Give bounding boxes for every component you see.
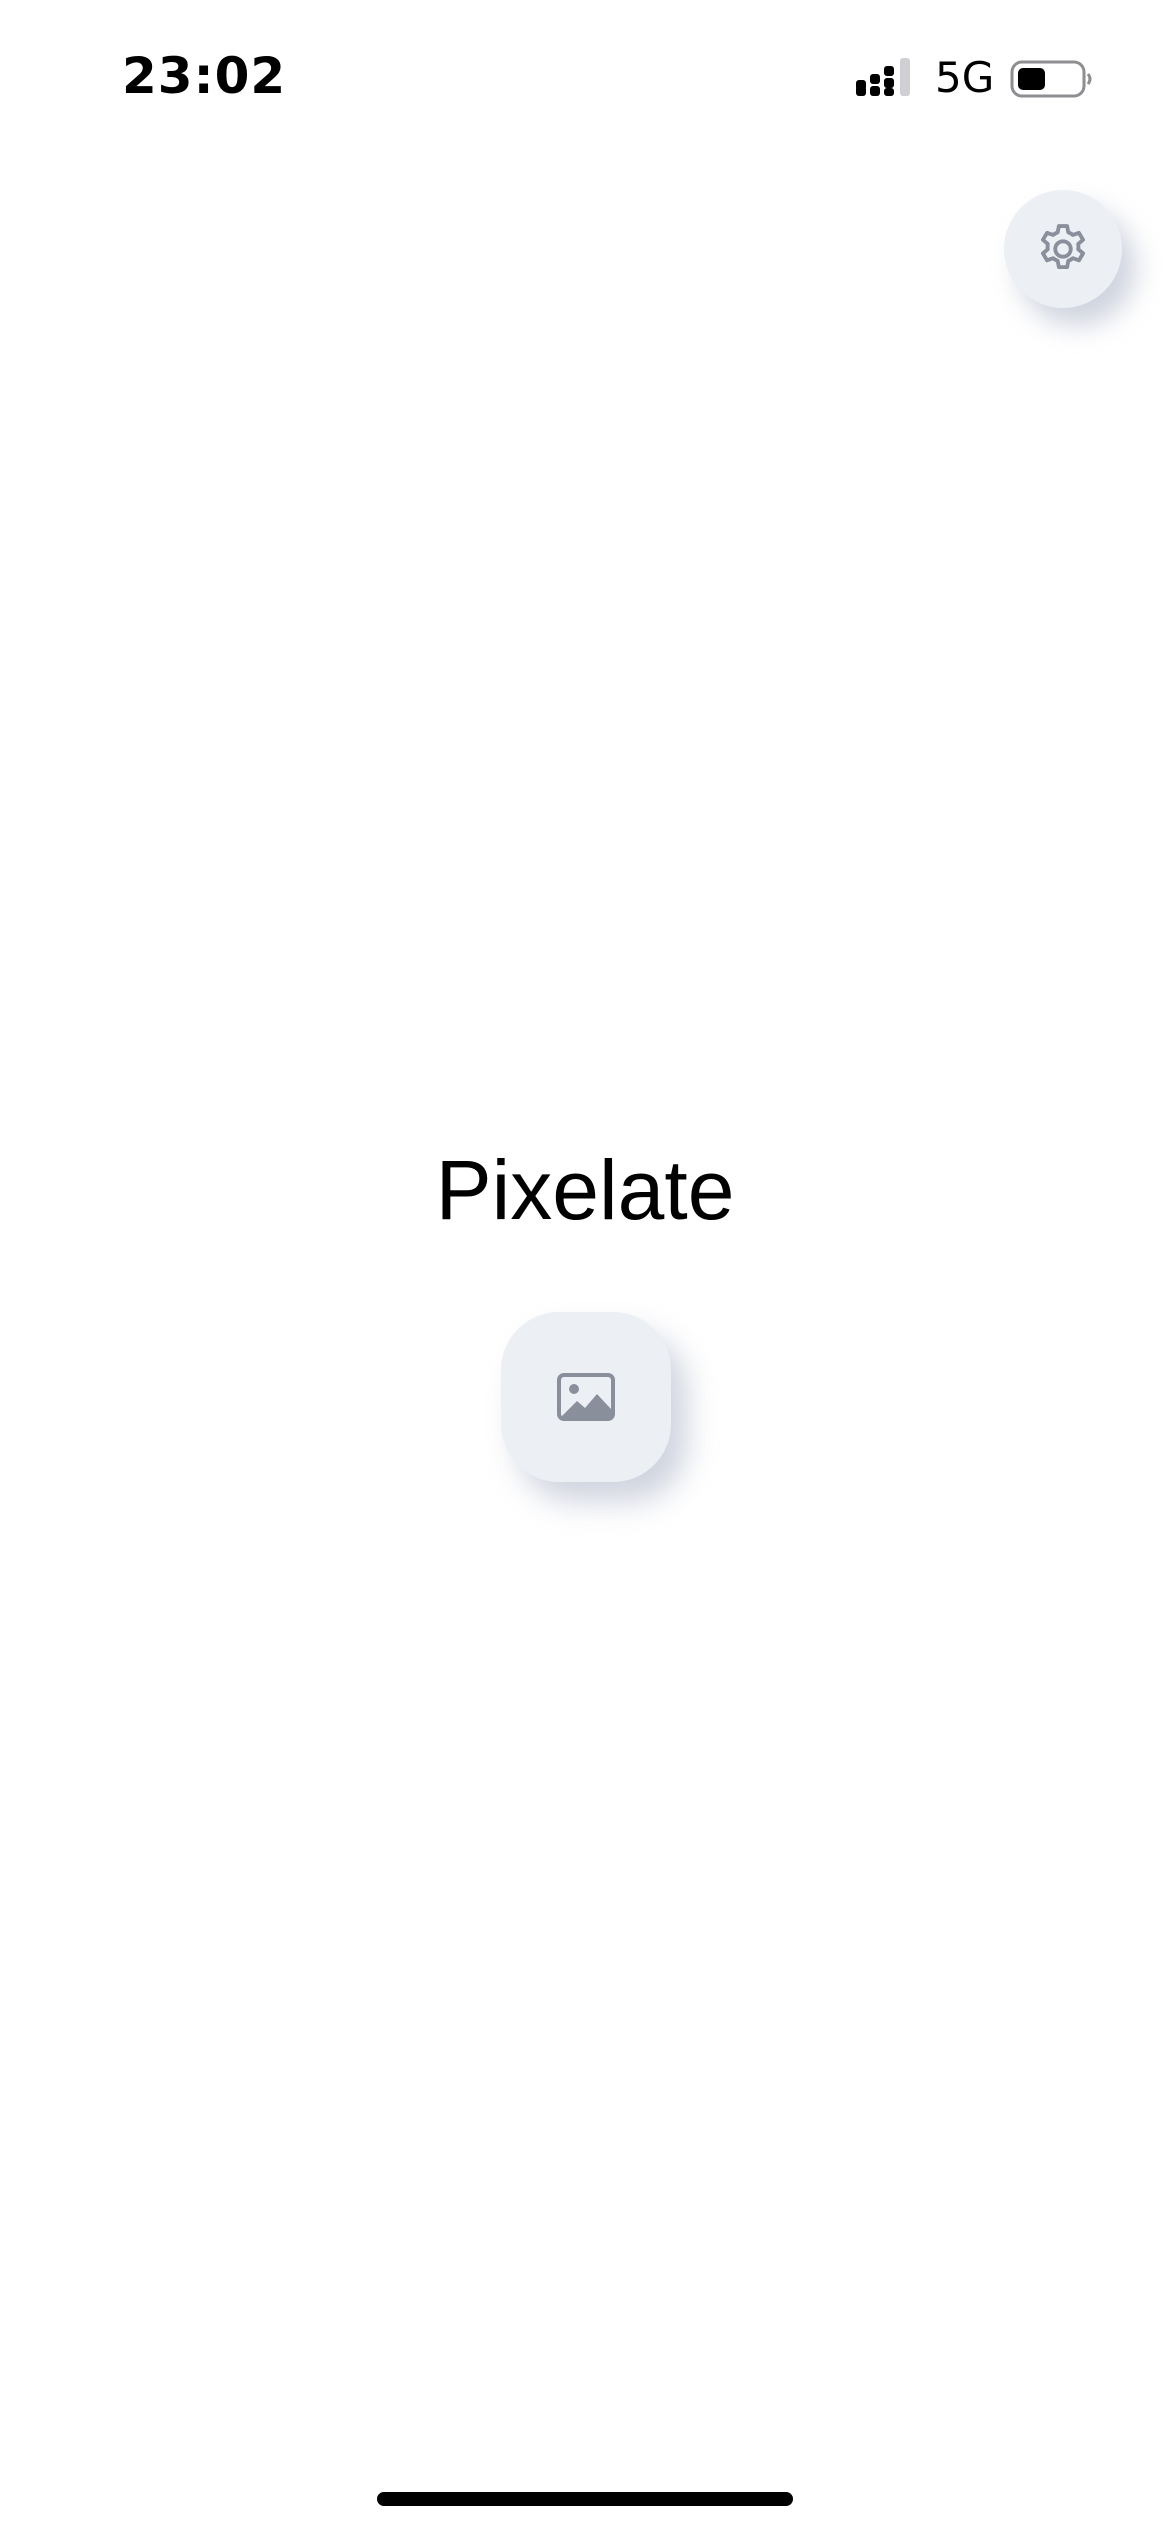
status-bar: 23:02 5G <box>0 0 1170 150</box>
network-label: 5G <box>935 53 995 102</box>
home-indicator[interactable] <box>377 2492 793 2506</box>
photo-icon <box>557 1373 615 1421</box>
battery-icon <box>1010 60 1092 98</box>
pick-image-button[interactable] <box>501 1312 671 1482</box>
gear-icon <box>1041 224 1085 270</box>
status-time: 23:02 <box>122 47 287 105</box>
signal-bars-icon <box>856 58 910 96</box>
app-title: Pixelate <box>435 1143 735 1237</box>
settings-button[interactable] <box>1004 190 1122 308</box>
